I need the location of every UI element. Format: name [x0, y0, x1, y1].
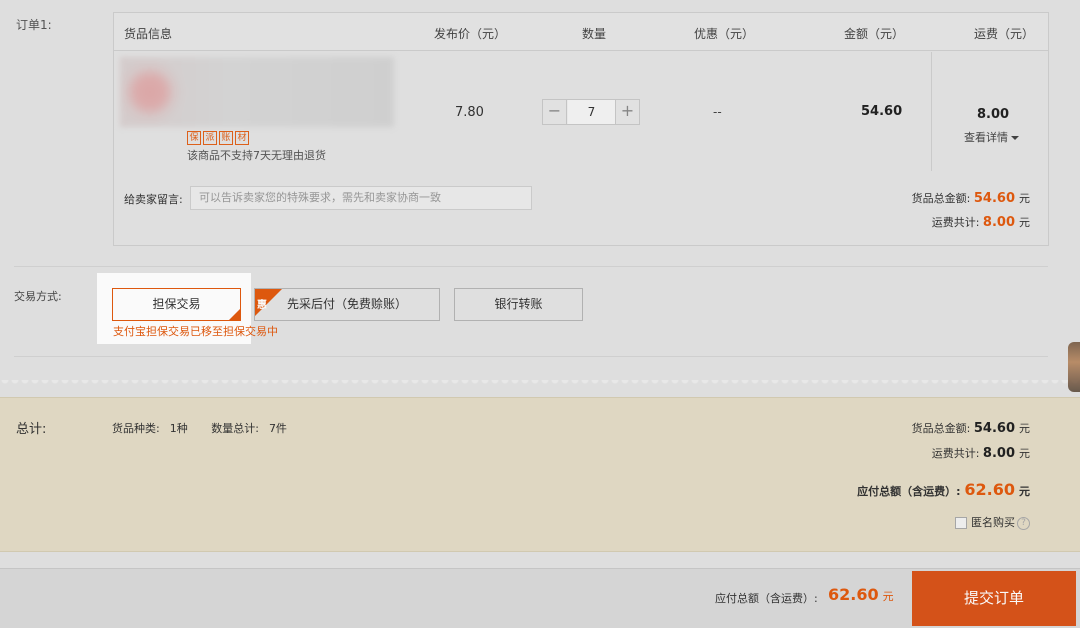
- item-amount: 54.60: [861, 104, 903, 119]
- discount-badge-text: 惠: [257, 300, 267, 311]
- shipping-subtotal: 运费共计: 8.00 元: [932, 214, 1030, 230]
- item-price: 7.80: [455, 105, 484, 120]
- table-header: 货品信息 发布价（元） 数量 优惠（元） 金额（元） 运费（元）: [114, 13, 1048, 51]
- shipping-subtotal-value: 8.00: [982, 215, 1015, 230]
- kinds-label: 货品种类:: [112, 422, 160, 435]
- service-tag: 账: [219, 131, 233, 145]
- shipping-subtotal-label: 运费共计:: [931, 216, 980, 229]
- unit: 元: [1019, 192, 1030, 205]
- summary-goods-value: 54.60: [973, 421, 1015, 436]
- summary-goods-total: 货品总金额: 54.60 元: [912, 420, 1030, 436]
- pay-option-credit[interactable]: 惠 先采后付（免费赊账）: [254, 288, 440, 321]
- summary-shipping-value: 8.00: [982, 446, 1015, 461]
- goods-subtotal: 货品总金额: 54.60 元: [912, 190, 1030, 206]
- anonymous-purchase[interactable]: 匿名购买?: [955, 514, 1030, 530]
- pay-note: 支付宝担保交易已移至担保交易中: [113, 325, 278, 338]
- summary-panel: 总计: 货品种类: 1种 数量总计: 7件 货品总金额: 54.60 元 运费共计: …: [0, 397, 1080, 552]
- count-value: 7件: [268, 422, 287, 435]
- order-confirm-page: 订单1: 货品信息 发布价（元） 数量 优惠（元） 金额（元） 运费（元） 保派…: [0, 0, 1080, 628]
- side-mascot[interactable]: [1068, 342, 1080, 392]
- header-shipping: 运费（元）: [974, 27, 1035, 41]
- header-price: 发布价（元）: [434, 27, 507, 41]
- pay-option-label: 银行转账: [494, 297, 543, 311]
- unit: 元: [1019, 447, 1030, 460]
- order-label: 订单1:: [16, 18, 52, 32]
- unit: 元: [882, 590, 894, 603]
- no-return-notice: 该商品不支持7天无理由退货: [187, 149, 326, 162]
- header-qty: 数量: [582, 27, 607, 41]
- header-goods: 货品信息: [124, 27, 173, 41]
- seller-message-input[interactable]: 可以告诉卖家您的特殊要求，需先和卖家协商一致: [190, 186, 532, 210]
- bottom-payable-label: 应付总额（含运费）:: [715, 592, 818, 605]
- service-tag: 保: [187, 131, 201, 145]
- order-table: 货品信息 发布价（元） 数量 优惠（元） 金额（元） 运费（元） 保派账材 该商…: [113, 12, 1049, 246]
- shipping-value: 8.00: [977, 107, 1010, 122]
- bottom-payable: 62.60 元: [828, 585, 894, 604]
- goods-subtotal-label: 货品总金额:: [911, 192, 971, 205]
- summary-shipping-label: 运费共计:: [931, 447, 980, 460]
- pay-option-bank[interactable]: 银行转账: [454, 288, 583, 321]
- anonymous-label: 匿名购买: [971, 516, 1015, 529]
- shipping-detail-link[interactable]: 查看详情: [964, 129, 1019, 145]
- divider: [14, 266, 1048, 267]
- item-discount: --: [713, 105, 722, 119]
- help-icon[interactable]: ?: [1017, 516, 1030, 530]
- pay-option-guarantee[interactable]: 担保交易 ✓: [112, 288, 241, 321]
- summary-goods-label: 货品总金额:: [911, 422, 971, 435]
- divider: [14, 356, 1048, 357]
- header-discount: 优惠（元）: [694, 27, 755, 41]
- total-label: 总计:: [16, 422, 47, 437]
- anonymous-checkbox[interactable]: [955, 517, 967, 529]
- goods-image-blurred[interactable]: [120, 57, 394, 127]
- item-count: 货品种类: 1种 数量总计: 7件: [112, 420, 307, 436]
- trade-method-label: 交易方式:: [14, 290, 62, 303]
- goods-subtotal-value: 54.60: [973, 191, 1015, 206]
- kinds-value: 1种: [169, 422, 188, 435]
- bottom-payable-value: 62.60: [828, 585, 879, 604]
- summary-shipping-total: 运费共计: 8.00 元: [932, 445, 1030, 461]
- summary-payable-value: 62.60: [964, 480, 1015, 499]
- shipping-detail-label: 查看详情: [964, 131, 1008, 144]
- pay-option-label: 先采后付（免费赊账）: [286, 297, 407, 311]
- quantity-stepper: − 7 +: [542, 99, 640, 125]
- qty-minus-button[interactable]: −: [543, 100, 567, 124]
- count-label: 数量总计:: [211, 422, 259, 435]
- submit-order-button[interactable]: 提交订单: [912, 571, 1076, 626]
- shipping-cell: 8.00 查看详情: [931, 52, 1048, 171]
- seller-message-label: 给卖家留言:: [124, 193, 183, 206]
- unit: 元: [1019, 216, 1030, 229]
- unit: 元: [1019, 422, 1030, 435]
- service-tags: 保派账材: [187, 129, 251, 145]
- caret-down-icon: [1011, 136, 1019, 140]
- wave-divider: [0, 380, 1080, 390]
- bottom-bar: 应付总额（含运费）: 62.60 元 提交订单: [0, 568, 1080, 628]
- header-amount: 金额（元）: [844, 27, 905, 41]
- check-icon: ✓: [232, 303, 239, 312]
- quantity-input[interactable]: 7: [568, 100, 615, 124]
- summary-payable: 应付总额（含运费）: 62.60 元: [857, 480, 1030, 499]
- service-tag: 派: [203, 131, 217, 145]
- pay-option-label: 担保交易: [152, 297, 201, 311]
- qty-plus-button[interactable]: +: [615, 100, 639, 124]
- unit: 元: [1019, 485, 1030, 498]
- summary-payable-label: 应付总额（含运费）:: [857, 485, 961, 498]
- service-tag: 材: [235, 131, 249, 145]
